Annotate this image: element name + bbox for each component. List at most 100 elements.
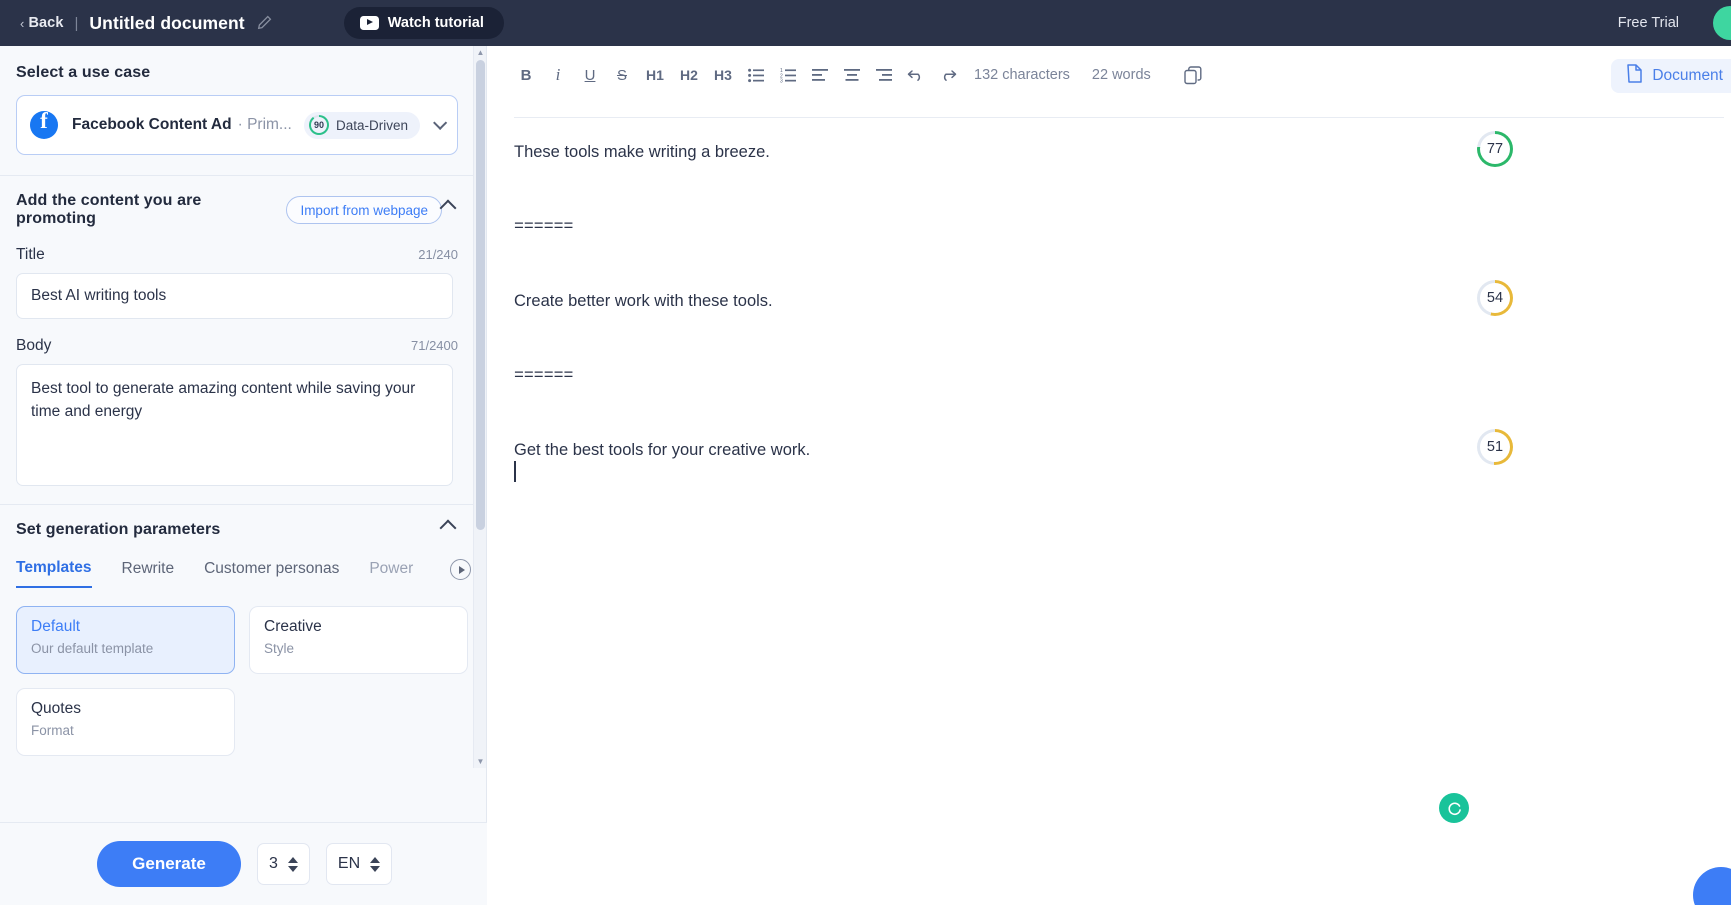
editor-panel: B i U S H1 H2 H3 123 132 characters 22 w…	[488, 46, 1731, 905]
generation-parameters-section: Set generation parameters Templates Rewr…	[0, 505, 474, 756]
free-trial-label: Free Trial	[1617, 15, 1679, 31]
editor-line-1[interactable]: These tools make writing a breeze.	[514, 141, 1731, 163]
bullet-list-icon[interactable]	[740, 59, 772, 91]
bold-button[interactable]: B	[510, 59, 542, 91]
editor-toolbar: B i U S H1 H2 H3 123 132 characters 22 w…	[488, 46, 1731, 104]
template-list: Default Our default template Creative St…	[16, 606, 468, 756]
editor-block: Get the best tools for your creative wor…	[514, 429, 1731, 483]
params-heading: Set generation parameters	[16, 521, 221, 538]
use-case-name: Facebook Content Ad	[72, 116, 232, 133]
score-value: 54	[1486, 290, 1504, 306]
score-ring-3: 51	[1477, 429, 1513, 465]
sidebar-footer: Generate 3 EN	[0, 822, 487, 905]
body-label-row: Body 71/2400	[16, 337, 458, 355]
chevron-down-icon[interactable]	[433, 115, 448, 130]
editor-line-3[interactable]: Get the best tools for your creative wor…	[514, 439, 1731, 461]
generate-button[interactable]: Generate	[97, 841, 241, 887]
tab-customer-personas[interactable]: Customer personas	[204, 560, 339, 587]
caret-down-icon[interactable]: ▼	[474, 755, 487, 768]
back-button[interactable]: ‹ Back	[20, 15, 64, 31]
pencil-icon[interactable]	[256, 15, 272, 31]
back-label: Back	[28, 15, 64, 31]
editor-block: Create better work with these tools. 54	[514, 280, 1731, 316]
editor-line-2[interactable]: Create better work with these tools.	[514, 290, 1731, 312]
output-count-stepper[interactable]: 3	[257, 843, 310, 885]
import-from-webpage-button[interactable]: Import from webpage	[286, 196, 442, 224]
title-label: Title	[16, 246, 45, 263]
youtube-icon	[359, 16, 379, 30]
title-char-count: 21/240	[418, 247, 458, 262]
heading2-button[interactable]: H2	[672, 59, 706, 91]
template-card-creative[interactable]: Creative Style	[249, 606, 468, 674]
params-collapse-toggle[interactable]	[439, 519, 458, 539]
italic-button[interactable]: i	[542, 59, 574, 91]
top-bar: ‹ Back | Untitled document Watch tutoria…	[0, 0, 1731, 46]
sidebar-scrollbar[interactable]: ▲ ▼	[473, 46, 486, 768]
editor-divider	[514, 117, 1724, 118]
body-label: Body	[16, 337, 52, 354]
up-down-arrows-icon	[287, 856, 298, 872]
use-case-section: Select a use case Facebook Content Ad · …	[0, 46, 474, 175]
watch-tutorial-button[interactable]: Watch tutorial	[343, 7, 504, 39]
scrollbar-thumb[interactable]	[476, 60, 485, 530]
redo-icon[interactable]	[932, 59, 964, 91]
editor-content[interactable]: These tools make writing a breeze. 77 ==…	[514, 131, 1731, 905]
facebook-icon	[30, 108, 58, 139]
caret-up-icon[interactable]: ▲	[474, 46, 487, 59]
template-card-default[interactable]: Default Our default template	[16, 606, 235, 674]
up-down-arrows-icon	[370, 856, 381, 872]
editor-separator-1: ======	[514, 217, 574, 236]
use-case-score-ring: 90	[308, 115, 329, 135]
chevron-up-icon	[439, 199, 457, 217]
strikethrough-button[interactable]: S	[606, 59, 638, 91]
chevron-up-icon	[439, 519, 457, 537]
body-input[interactable]: Best tool to generate amazing content wh…	[16, 364, 453, 486]
content-collapse-toggle[interactable]	[439, 199, 458, 219]
template-desc: Our default template	[31, 641, 154, 656]
use-case-heading: Select a use case	[16, 64, 151, 81]
document-view-button[interactable]: Document	[1611, 59, 1731, 93]
tab-templates[interactable]: Templates	[16, 559, 92, 588]
tab-rewrite[interactable]: Rewrite	[122, 560, 175, 587]
numbered-list-icon[interactable]: 123	[772, 59, 804, 91]
heading1-button[interactable]: H1	[638, 59, 672, 91]
free-trial-link[interactable]: Free Trial	[1618, 0, 1679, 46]
use-case-score: 90	[313, 120, 324, 130]
undo-icon[interactable]	[900, 59, 932, 91]
use-case-subtitle: · Prim...	[237, 116, 292, 133]
watch-tutorial-label: Watch tutorial	[387, 15, 484, 31]
template-desc: Format	[31, 723, 74, 738]
align-center-icon[interactable]	[836, 59, 868, 91]
underline-button[interactable]: U	[574, 59, 606, 91]
template-card-quotes[interactable]: Quotes Format	[16, 688, 235, 756]
output-count-value: 3	[269, 855, 278, 872]
score-ring-2: 54	[1477, 280, 1513, 316]
sidebar-scroll-area: Select a use case Facebook Content Ad · …	[0, 46, 474, 768]
copy-icon[interactable]	[1179, 60, 1209, 90]
svg-text:3: 3	[780, 78, 783, 82]
title-label-row: Title 21/240	[16, 246, 458, 264]
params-heading-row: Set generation parameters	[16, 519, 458, 539]
align-left-icon[interactable]	[804, 59, 836, 91]
template-name: Creative	[264, 618, 322, 635]
refresh-icon[interactable]	[1439, 793, 1469, 823]
title-input[interactable]: Best AI writing tools	[16, 273, 453, 319]
tab-power[interactable]: Power	[369, 560, 413, 587]
app-root: ‹ Back | Untitled document Watch tutoria…	[0, 0, 1731, 905]
language-value: EN	[337, 855, 361, 872]
text-cursor	[514, 461, 1731, 483]
content-section: Add the content you are promoting Import…	[0, 176, 474, 504]
use-case-selector[interactable]: Facebook Content Ad · Prim... 90 Data-Dr…	[16, 95, 458, 155]
document-view-label: Document	[1652, 67, 1723, 84]
arrow-right-circle-icon[interactable]	[450, 559, 471, 580]
editor-gap	[514, 236, 1731, 290]
editor-block: These tools make writing a breeze. 77	[514, 131, 1731, 167]
align-right-icon[interactable]	[868, 59, 900, 91]
word-count: 22 words	[1091, 67, 1151, 83]
template-name: Quotes	[31, 700, 81, 717]
params-tabs: Templates Rewrite Customer personas Powe…	[16, 557, 471, 590]
language-select[interactable]: EN	[325, 843, 393, 885]
score-ring-1: 77	[1477, 131, 1513, 167]
heading3-button[interactable]: H3	[706, 59, 740, 91]
avatar[interactable]	[1713, 6, 1731, 40]
